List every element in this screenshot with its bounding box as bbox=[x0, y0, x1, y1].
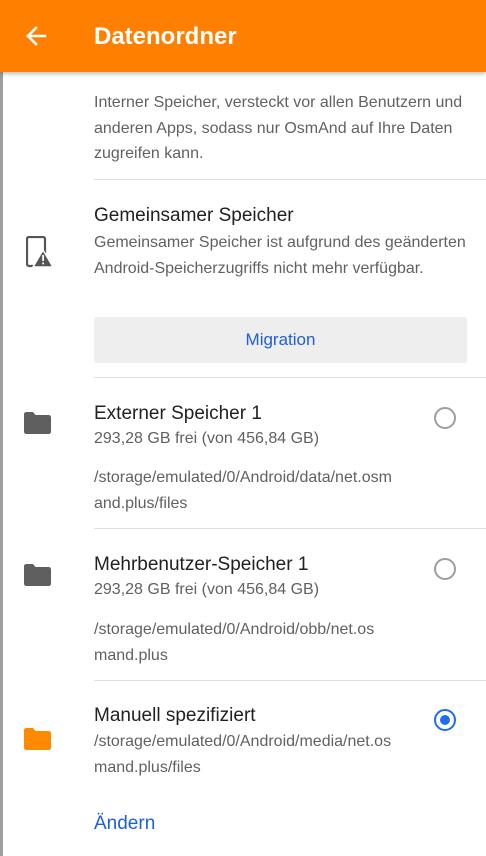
option-title: Externer Speicher 1 bbox=[94, 403, 262, 424]
option-title: Manuell spezifiziert bbox=[94, 705, 256, 726]
folder-icon bbox=[24, 412, 51, 439]
divider bbox=[94, 528, 486, 529]
divider bbox=[94, 179, 486, 180]
back-button[interactable] bbox=[14, 14, 58, 58]
option-radio[interactable] bbox=[434, 407, 456, 429]
option-free-space: 293,28 GB frei (von 456,84 GB) bbox=[94, 581, 320, 598]
shared-storage-description: Gemeinsamer Speicher ist aufgrund des ge… bbox=[94, 234, 466, 277]
phone-warning-icon bbox=[25, 235, 55, 273]
folder-icon bbox=[24, 728, 51, 755]
change-link[interactable]: Ändern bbox=[94, 812, 155, 836]
option-path: /storage/emulated/0/Android/media/net.os… bbox=[94, 733, 392, 776]
folder-icon bbox=[24, 564, 51, 591]
page-title: Datenordner bbox=[94, 23, 237, 50]
arrow-back-icon bbox=[26, 26, 47, 46]
divider bbox=[94, 680, 486, 681]
storage-list: Interner Speicher, versteckt vor allen B… bbox=[0, 0, 486, 856]
option-title: Mehrbenutzer-Speicher 1 bbox=[94, 554, 309, 575]
shared-storage-title: Gemeinsamer Speicher bbox=[94, 205, 294, 226]
option-path: /storage/emulated/0/Android/data/net.osm… bbox=[94, 469, 392, 512]
option-free-space: 293,28 GB frei (von 456,84 GB) bbox=[94, 430, 320, 447]
option-radio[interactable] bbox=[434, 558, 456, 580]
migration-button[interactable]: Migration bbox=[94, 317, 467, 363]
app-bar: Datenordner bbox=[0, 0, 486, 72]
option-radio-selected[interactable] bbox=[434, 709, 456, 731]
divider bbox=[94, 377, 486, 378]
option-path: /storage/emulated/0/Android/obb/net.osma… bbox=[94, 621, 375, 664]
internal-storage-description: Interner Speicher, versteckt vor allen B… bbox=[94, 94, 463, 162]
